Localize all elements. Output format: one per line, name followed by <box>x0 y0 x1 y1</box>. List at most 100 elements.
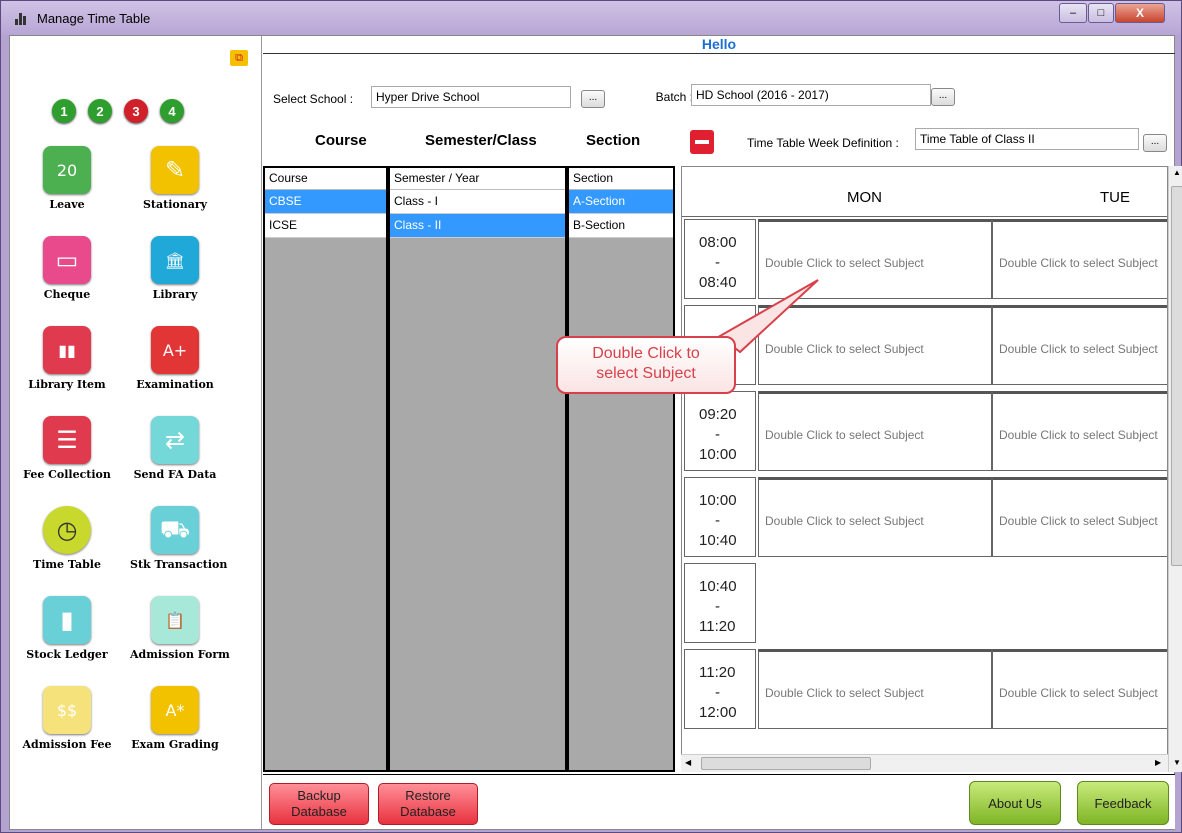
timetable-row: 11:20 - 12:00 Double Click to select Subjec… <box>684 649 1167 731</box>
maximize-button[interactable]: □ <box>1088 3 1114 23</box>
sidebar-tile-library[interactable]: 🏛 Library <box>130 236 220 301</box>
restore-database-button[interactable]: Restore Database <box>378 783 478 825</box>
time-start: 08:00 <box>699 234 737 251</box>
subject-cell-mon[interactable]: Double Click to select Subject <box>758 391 992 471</box>
course-row[interactable]: CBSE <box>265 190 386 214</box>
day-header-tue: TUE <box>1100 189 1130 206</box>
timetable-row: 10:40 - 11:20 <box>684 563 1167 645</box>
main-panel: Hello Select School : Hyper Drive School… <box>263 36 1182 829</box>
scroll-up-icon[interactable]: ▲ <box>1173 168 1181 177</box>
vertical-scroll-thumb[interactable] <box>1171 186 1182 566</box>
sidebar-tile-exam-grading[interactable]: A* Exam Grading <box>130 686 220 751</box>
sidebar-tile-admission-fee[interactable]: $$ Admission Fee <box>22 686 112 751</box>
sidebar-tile-admission-form[interactable]: 📋 Admission Form <box>130 596 230 661</box>
step-3-button[interactable]: 3 <box>124 99 148 123</box>
sidebar: ⧉ 1234 20 Leave ✎ Stationary ▭ Cheque 🏛 Library… <box>10 36 262 829</box>
timetable-grid: MON TUE 08:00-08:40 Double Click to selec… <box>681 166 1168 772</box>
time-start: 09:20 <box>699 406 737 423</box>
week-definition-field[interactable]: Time Table of Class II <box>915 128 1139 150</box>
section-row[interactable]: B-Section <box>569 214 673 238</box>
timetable-row: 10:00 - 10:40 Double Click to select Subjec… <box>684 477 1167 559</box>
course-row[interactable]: ICSE <box>265 214 386 238</box>
time-sep: - <box>715 684 720 701</box>
remove-icon[interactable] <box>690 130 714 154</box>
scroll-down-icon[interactable]: ▼ <box>1173 758 1181 767</box>
horizontal-scrollbar[interactable]: ◀ ▶ <box>681 754 1168 772</box>
title-bar: Manage Time Table – □ X <box>1 1 1181 35</box>
library-icon: 🏛 <box>151 236 199 284</box>
subject-cell-tue[interactable]: Double Click to select Subject <box>992 305 1167 385</box>
horizontal-scroll-thumb[interactable] <box>701 757 871 770</box>
client-area: ⧉ 1234 20 Leave ✎ Stationary ▭ Cheque 🏛 Library… <box>9 35 1182 830</box>
sidebar-tile-label: Stk Transaction <box>130 558 228 571</box>
semester-list-header: Semester / Year <box>390 168 565 190</box>
subject-cell-tue[interactable]: Double Click to select Subject <box>992 219 1167 299</box>
sidebar-tile-send-fa-data[interactable]: ⇄ Send FA Data <box>130 416 220 481</box>
bar-chart-icon: ▮ <box>43 596 91 644</box>
sidebar-tile-leave[interactable]: 20 Leave <box>22 146 112 211</box>
sidebar-tile-stationary[interactable]: ✎ Stationary <box>130 146 220 211</box>
section-row[interactable]: A-Section <box>569 190 673 214</box>
minimize-button[interactable]: – <box>1059 3 1087 23</box>
time-end: 10:00 <box>699 446 737 463</box>
batch-label: Batch : <box>655 90 693 104</box>
sidebar-tile-label: Time Table <box>33 558 101 571</box>
semester-row[interactable]: Class - II <box>390 214 565 238</box>
sidebar-tile-label: Examination <box>136 378 214 391</box>
list-icon: ☰ <box>43 416 91 464</box>
time-end: 11:20 <box>699 618 736 635</box>
window-title: Manage Time Table <box>37 11 151 26</box>
sidebar-tile-examination[interactable]: A+ Examination <box>130 326 220 391</box>
sidebar-tile-time-table[interactable]: ◷ Time Table <box>22 506 112 571</box>
sidebar-tile-label: Library Item <box>28 378 106 391</box>
time-slot-cell: 11:20 - 12:00 <box>684 649 756 729</box>
scroll-left-icon[interactable]: ◀ <box>685 758 691 767</box>
about-us-button[interactable]: About Us <box>969 781 1061 825</box>
close-button[interactable]: X <box>1115 3 1165 23</box>
step-1-button[interactable]: 1 <box>52 99 76 123</box>
transfer-icon: ⇄ <box>151 416 199 464</box>
subject-cell-tue[interactable]: Double Click to select Subject <box>992 391 1167 471</box>
subject-cell-tue[interactable]: Double Click to select Subject <box>992 477 1167 557</box>
select-school-label: Select School : <box>273 92 354 106</box>
subject-cell-mon[interactable]: Double Click to select Subject <box>758 477 992 557</box>
time-sep: - <box>715 254 720 271</box>
feedback-button[interactable]: Feedback <box>1077 781 1169 825</box>
timetable-header-row <box>682 167 1167 217</box>
school-browse-button[interactable]: ... <box>581 90 605 108</box>
collapse-sidebar-icon[interactable]: ⧉ <box>230 50 248 66</box>
week-definition-browse-button[interactable]: ... <box>1143 134 1167 152</box>
batch-field[interactable]: HD School (2016 - 2017) <box>691 84 931 106</box>
sidebar-tile-label: Send FA Data <box>133 468 217 481</box>
section-header: Section <box>586 132 641 149</box>
app-icon <box>15 13 29 25</box>
step-4-button[interactable]: 4 <box>160 99 184 123</box>
scroll-right-icon[interactable]: ▶ <box>1155 758 1161 767</box>
sidebar-tile-stock-ledger[interactable]: ▮ Stock Ledger <box>22 596 112 661</box>
school-field[interactable]: Hyper Drive School <box>371 86 571 108</box>
sidebar-tile-cheque[interactable]: ▭ Cheque <box>22 236 112 301</box>
vertical-scrollbar[interactable]: ▲ ▼ <box>1168 166 1182 772</box>
sidebar-tile-label: Admission Form <box>130 648 230 661</box>
week-definition-label: Time Table Week Definition : <box>747 136 899 150</box>
semester-row[interactable]: Class - I <box>390 190 565 214</box>
sidebar-tile-library-item[interactable]: ▮▮ Library Item <box>22 326 112 391</box>
sidebar-tile-label: Stationary <box>142 198 208 211</box>
exam-sheet-icon: A+ <box>151 326 199 374</box>
sidebar-tile-stk-transaction[interactable]: ⛟ Stk Transaction <box>130 506 228 571</box>
semester-header: Semester/Class <box>425 132 537 149</box>
sidebar-tile-label: Cheque <box>43 288 91 301</box>
subject-cell-tue[interactable]: Double Click to select Subject <box>992 649 1167 729</box>
money-icon: $$ <box>43 686 91 734</box>
sidebar-tile-fee-collection[interactable]: ☰ Fee Collection <box>22 416 112 481</box>
clock-icon: ◷ <box>43 506 91 554</box>
time-start: 10:00 <box>699 492 737 509</box>
books-icon: ▮▮ <box>43 326 91 374</box>
calendar-icon: 20 <box>43 146 91 194</box>
batch-browse-button[interactable]: ... <box>931 88 955 106</box>
subject-cell-mon[interactable]: Double Click to select Subject <box>758 649 992 729</box>
section-list-header: Section <box>569 168 673 190</box>
step-2-button[interactable]: 2 <box>88 99 112 123</box>
backup-database-button[interactable]: Backup Database <box>269 783 369 825</box>
callout-tooltip: Double Click to select Subject <box>556 336 736 394</box>
